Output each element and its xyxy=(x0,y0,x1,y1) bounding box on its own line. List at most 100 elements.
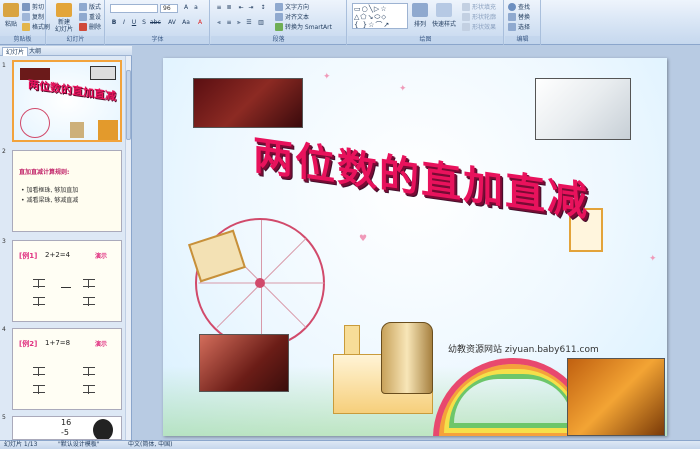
pane-tabs: 幻灯片 大纲 xyxy=(0,46,132,56)
slide-thumbnail-2[interactable]: 直加直减计算规则: • 加看框珠, 够加直加 • 减看梁珠, 够减直减 xyxy=(12,150,122,232)
thumb-photo xyxy=(93,419,113,439)
line-spacing-icon[interactable]: ↕ xyxy=(259,4,267,12)
decrease-indent-icon[interactable]: ⇤ xyxy=(237,4,245,12)
underline-icon[interactable]: U xyxy=(130,19,138,27)
smartart-button[interactable]: 转换为 SmartArt xyxy=(275,22,332,31)
slide-number: 2 xyxy=(2,148,6,155)
reset-icon xyxy=(79,12,87,21)
spacing-icon[interactable]: AV xyxy=(168,19,176,27)
change-case-icon[interactable]: Aa xyxy=(182,19,190,27)
scrollbar-thumb[interactable] xyxy=(126,70,131,140)
outline-icon xyxy=(462,12,470,21)
increase-indent-icon[interactable]: ⇥ xyxy=(247,4,255,12)
align-text-icon xyxy=(275,12,283,21)
theme-name: "默认设计模板" xyxy=(58,441,100,448)
current-slide[interactable]: ✦ ✦ ♥ ✦ 两位数的直加直减 幼教资源网站 ziyuan.baby611.c… xyxy=(163,58,667,436)
abacus-icon xyxy=(83,279,95,288)
abacus-photo-top-left[interactable] xyxy=(193,78,303,128)
arrange-button[interactable]: 排列 xyxy=(412,3,428,28)
align-left-icon[interactable]: ⫷ xyxy=(215,19,223,27)
replace-button[interactable]: 替换 xyxy=(508,12,530,21)
bold-icon[interactable]: B xyxy=(110,19,118,27)
quick-styles-button[interactable]: 快速样式 xyxy=(432,3,456,28)
font-group: 96 A a B I U S abc AV Aa A 字体 xyxy=(106,0,210,45)
abacus-lantern-image[interactable] xyxy=(381,322,433,394)
align-right-icon[interactable]: ⫸ xyxy=(235,19,243,27)
slide-number: 5 xyxy=(2,414,6,421)
text-direction-button[interactable]: 文字方向 xyxy=(275,2,309,11)
find-button[interactable]: 查找 xyxy=(508,2,530,11)
align-text-button[interactable]: 对齐文本 xyxy=(275,12,309,21)
abacus-photo-bottom-right[interactable] xyxy=(567,358,665,436)
reset-button[interactable]: 重设 xyxy=(79,12,101,21)
delete-icon xyxy=(79,22,87,31)
copy-button[interactable]: 复制 xyxy=(22,12,44,21)
shape-outline-button[interactable]: 形状轮廓 xyxy=(462,12,496,21)
paragraph-label: 段落 xyxy=(211,36,346,44)
abacus-photo-top-right[interactable] xyxy=(535,78,631,140)
layout-button[interactable]: 版式 xyxy=(79,2,101,11)
grow-font-icon[interactable]: A xyxy=(182,4,190,12)
slide-thumbnail-5[interactable]: 16 -5 xyxy=(12,416,122,440)
font-color-icon[interactable]: A xyxy=(196,19,204,27)
paste-icon xyxy=(3,3,19,17)
shadow-icon[interactable]: S xyxy=(140,19,148,27)
watermark-text: 幼教资源网站 ziyuan.baby611.com xyxy=(448,345,599,355)
slide-thumbnail-3[interactable]: [例1] 2+2=4 演示 xyxy=(12,240,122,322)
strikethrough-icon[interactable]: abc xyxy=(150,19,161,27)
effects-icon xyxy=(462,22,470,31)
new-slide-button[interactable]: 新建 幻灯片 xyxy=(55,3,73,33)
paste-button[interactable]: 粘贴 xyxy=(3,3,19,28)
shapes-gallery[interactable]: ▭○╲▷☆ △⬠↘⬭⬦{ }☆⌒↗ xyxy=(352,3,408,29)
bullets-icon[interactable]: ≡ xyxy=(215,4,223,12)
align-center-icon[interactable]: ≡ xyxy=(225,19,233,27)
abacus-photo-bottom-left[interactable] xyxy=(199,334,289,392)
thumb-photo xyxy=(98,120,118,140)
sparkle-icon: ✦ xyxy=(649,254,657,264)
shape-effects-button[interactable]: 形状效果 xyxy=(462,22,496,31)
find-icon xyxy=(508,2,516,11)
italic-icon[interactable]: I xyxy=(120,19,128,27)
replace-icon xyxy=(508,12,516,21)
slide-number: 3 xyxy=(2,238,6,245)
format-painter-button[interactable]: 格式刷 xyxy=(22,22,50,31)
copy-icon xyxy=(22,12,30,21)
slides-group: 新建 幻灯片 版式 重设 删除 幻灯片 xyxy=(47,0,105,45)
select-button[interactable]: 选择 xyxy=(508,22,530,31)
status-bar: 幻灯片 1/13 "默认设计模板" 中文(简体, 中国) xyxy=(0,440,700,449)
font-name-combo[interactable] xyxy=(110,4,158,13)
delete-button[interactable]: 删除 xyxy=(79,22,101,31)
scissors-icon xyxy=(22,2,30,11)
justify-icon[interactable]: ☰ xyxy=(245,19,253,27)
font-size-combo[interactable]: 96 xyxy=(160,4,178,13)
tab-slides[interactable]: 幻灯片 xyxy=(2,47,29,56)
arrow-icon xyxy=(61,287,71,288)
sparkle-icon: ✦ xyxy=(323,72,331,82)
thumb-lantern xyxy=(70,122,84,138)
tab-outline[interactable]: 大纲 xyxy=(26,47,44,56)
abacus-icon xyxy=(83,297,95,306)
numbering-icon[interactable]: ≣ xyxy=(225,4,233,12)
shrink-font-icon[interactable]: a xyxy=(192,4,200,12)
slide-number: 1 xyxy=(2,62,6,69)
pane-scrollbar[interactable] xyxy=(125,56,131,440)
shape-fill-button[interactable]: 形状填充 xyxy=(462,2,496,11)
drawing-label: 绘图 xyxy=(348,36,503,44)
editing-label: 编辑 xyxy=(505,36,540,44)
quick-styles-icon xyxy=(436,3,452,17)
slide-thumbnail-pane: 幻灯片 大纲 1 两位数的直加直减 2 直加直减计算规则: • 加看框珠, 够加… xyxy=(0,46,132,440)
language-indicator[interactable]: 中文(简体, 中国) xyxy=(128,441,173,449)
abacus-icon xyxy=(83,385,95,394)
drawing-group: ▭○╲▷☆ △⬠↘⬭⬦{ }☆⌒↗ 排列 快速样式 形状填充 形状轮廓 形状效果 … xyxy=(348,0,504,45)
layout-icon xyxy=(79,2,87,11)
columns-icon[interactable]: ▥ xyxy=(257,19,265,27)
brush-icon xyxy=(22,22,30,31)
slide-thumbnail-1[interactable]: 两位数的直加直减 xyxy=(12,60,122,142)
font-label: 字体 xyxy=(106,36,209,44)
abacus-icon xyxy=(33,367,45,376)
cut-button[interactable]: 剪切 xyxy=(22,2,44,11)
slide-number: 4 xyxy=(2,326,6,333)
clipboard-label: 剪贴板 xyxy=(0,36,45,44)
abacus-icon xyxy=(33,385,45,394)
slide-thumbnail-4[interactable]: [例2] 1+7=8 演示 xyxy=(12,328,122,410)
